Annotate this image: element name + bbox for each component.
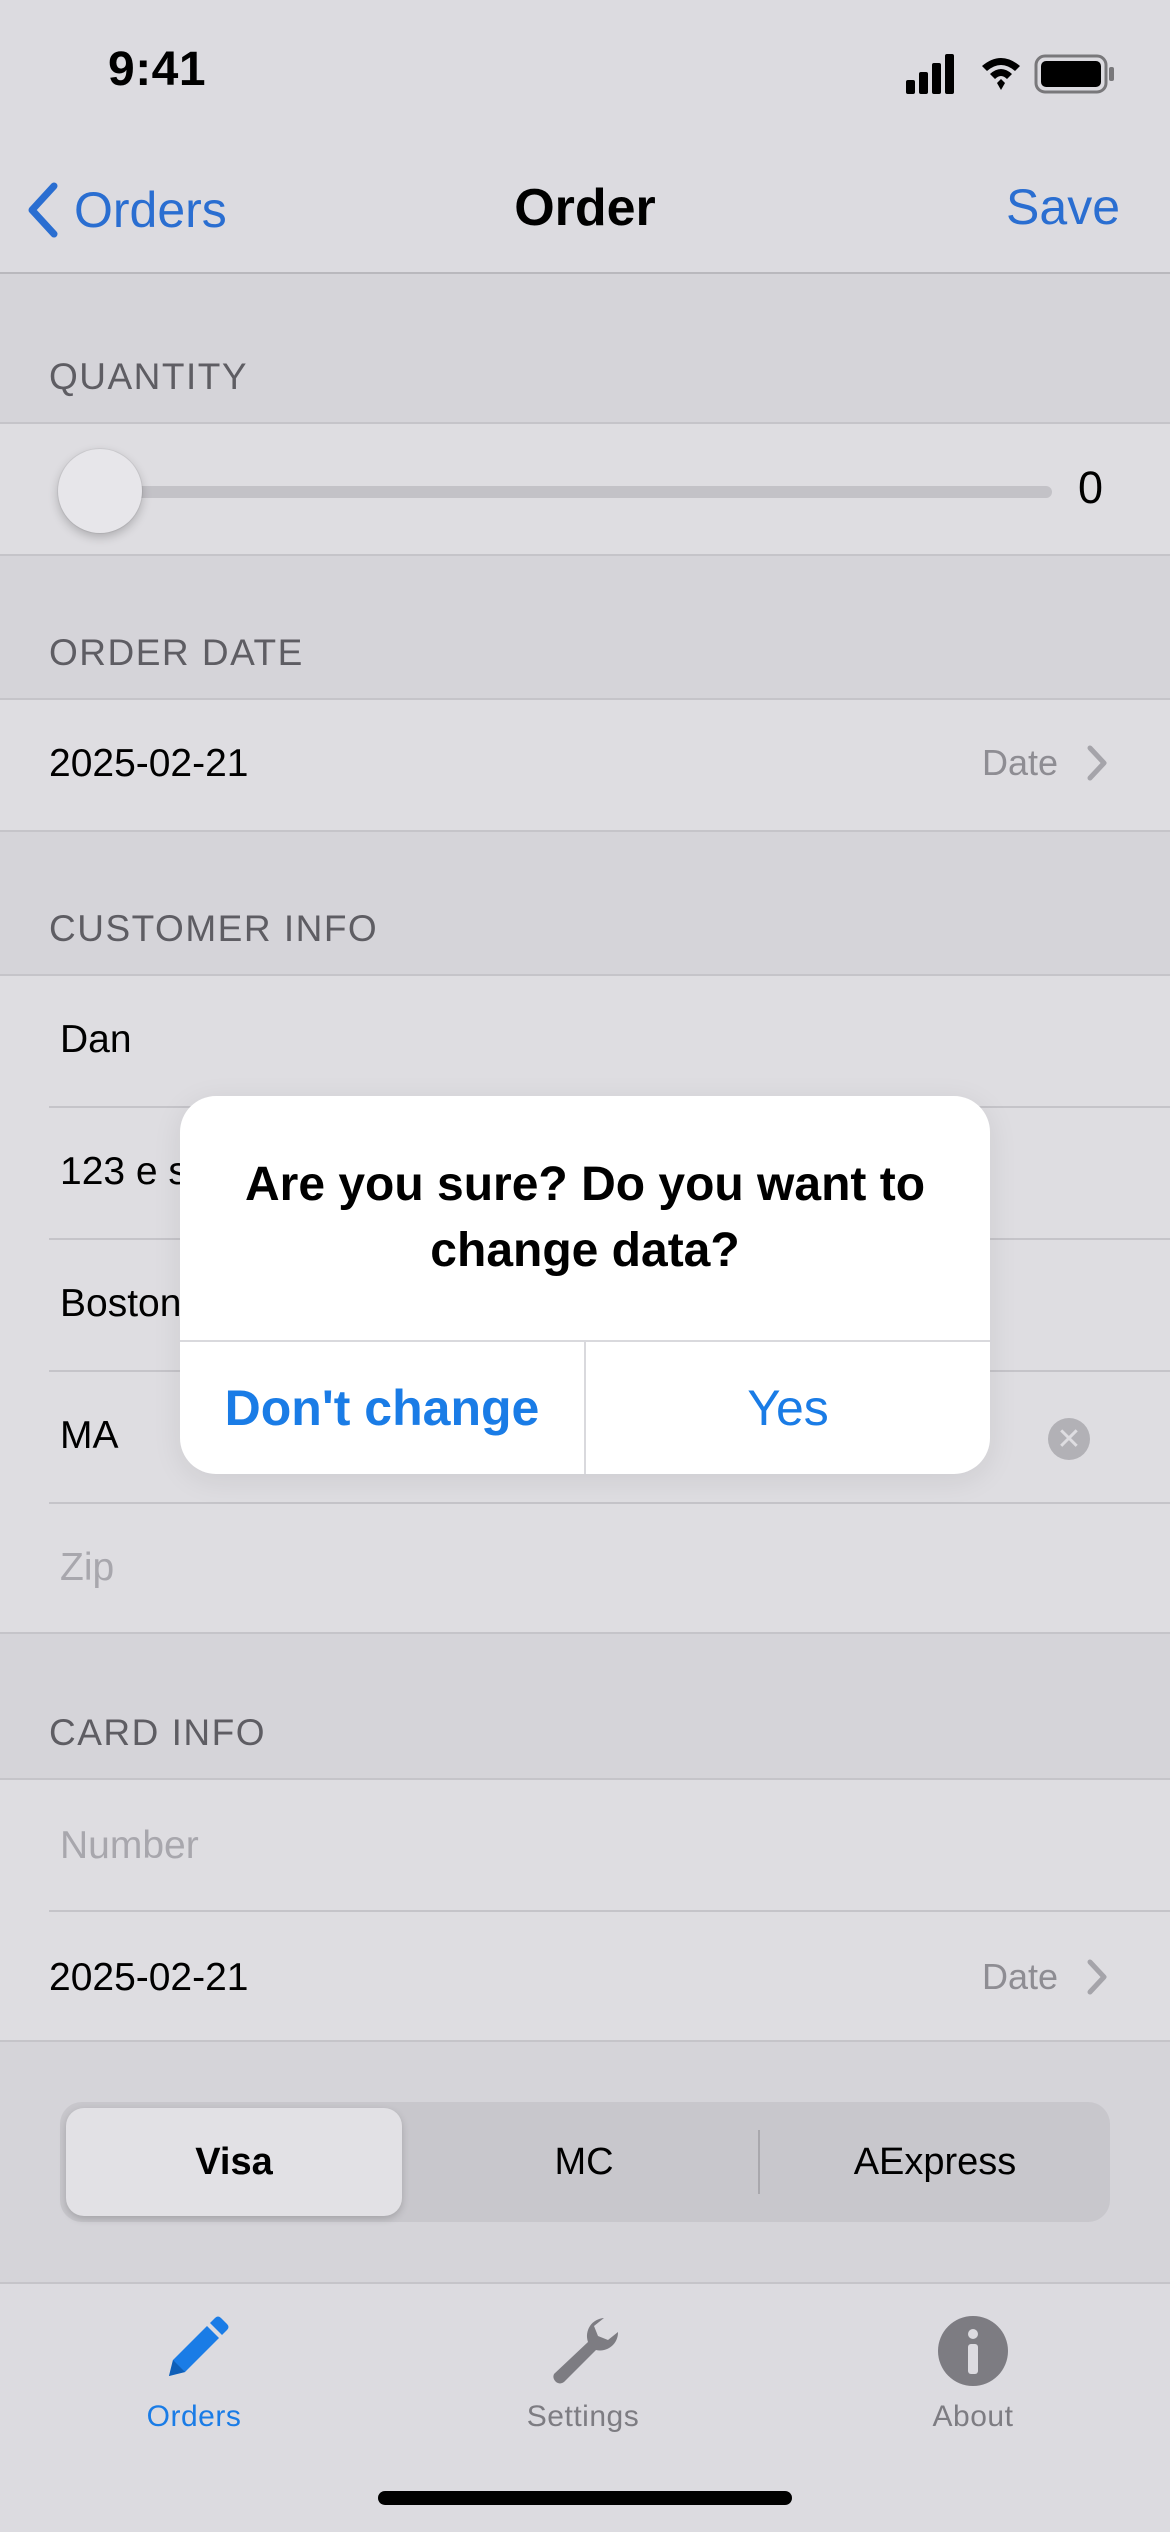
battery-icon (1034, 54, 1114, 94)
wrench-icon (553, 2318, 619, 2384)
order-date-value: 2025-02-21 (49, 742, 249, 785)
tab-orders-label: Orders (146, 2400, 242, 2433)
order-date-detail-label: Date (981, 742, 1058, 783)
quantity-slider-thumb[interactable] (58, 449, 142, 533)
row-separator (49, 1910, 1170, 1912)
tab-orders[interactable]: Orders (44, 2312, 344, 2434)
customer-name-field[interactable]: Dan (60, 1018, 132, 1062)
card-expiry-row-button[interactable]: Date (982, 1956, 1108, 1998)
card-expiry-detail-label: Date (981, 1956, 1058, 1997)
section-header-order-date: ORDER DATE (49, 632, 304, 673)
segment-visa[interactable]: Visa (66, 2108, 402, 2216)
row-separator (49, 1502, 1170, 1504)
card-number-field[interactable]: Number (60, 1824, 199, 1868)
status-bar: 9:41 (0, 0, 1170, 150)
navigation-bar: Orders Order Save (0, 150, 1170, 274)
pencil-icon (169, 2316, 229, 2376)
customer-state-field[interactable]: MA (60, 1414, 119, 1458)
cellular-signal-icon (906, 54, 954, 94)
customer-street-field[interactable]: 123 e s (60, 1150, 188, 1194)
section-header-quantity: QUANTITY (49, 356, 249, 397)
quantity-value: 0 (1078, 462, 1104, 513)
alert-title: Are you sure? Do you want to change data… (244, 1158, 926, 1277)
card-type-segmented-control: Visa MC AExpress (60, 2102, 1110, 2222)
segment-mc[interactable]: MC (410, 2102, 758, 2222)
tab-about[interactable]: About (823, 2312, 1123, 2434)
wifi-icon (982, 58, 1020, 90)
save-button[interactable]: Save (1006, 178, 1120, 236)
dont-change-button[interactable]: Don't change (180, 1342, 584, 1474)
status-icons (906, 54, 1114, 94)
page-title: Order (514, 179, 656, 237)
quantity-slider-track[interactable] (100, 486, 1052, 498)
clear-text-button[interactable]: ✕ (1048, 1418, 1090, 1460)
customer-city-field[interactable]: Boston (60, 1282, 181, 1326)
home-indicator (378, 2491, 792, 2505)
segment-aexpress[interactable]: AExpress (760, 2102, 1110, 2222)
section-header-card-info: CARD INFO (49, 1712, 266, 1753)
confirmation-alert: Are you sure? Do you want to change data… (180, 1096, 990, 1474)
chevron-right-icon (1087, 745, 1107, 781)
card-expiry-value: 2025-02-21 (49, 1956, 249, 1999)
tab-settings-label: Settings (526, 2400, 640, 2433)
close-icon: ✕ (1056, 1422, 1082, 1456)
order-date-row-button[interactable]: Date (982, 742, 1108, 784)
chevron-right-icon (1087, 1959, 1107, 1995)
section-header-customer-info: CUSTOMER INFO (49, 908, 379, 949)
customer-zip-field[interactable]: Zip (60, 1546, 114, 1590)
tab-settings[interactable]: Settings (433, 2312, 733, 2434)
yes-button[interactable]: Yes (586, 1342, 990, 1474)
status-time: 9:41 (108, 43, 207, 96)
tab-about-label: About (932, 2400, 1014, 2433)
info-icon (938, 2316, 1008, 2386)
